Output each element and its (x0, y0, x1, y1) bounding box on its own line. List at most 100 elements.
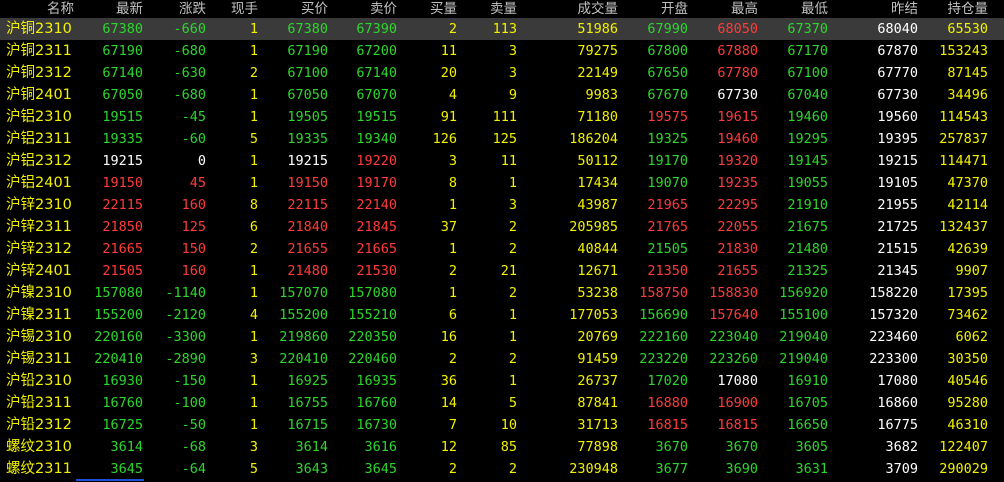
cell-name[interactable]: 沪铜2310 (6, 18, 72, 40)
table-row[interactable]: 沪铜2311 67190 -680 1 67190 67200 11 3 79275 67800 6… (0, 40, 1004, 62)
cell-prev-close: 21955 (877, 197, 918, 213)
quote-table[interactable]: 名称 最新 涨跌 现手 买价 卖价 买量 卖量 成交量 开盘 最高 最低 昨结 持仓量 沪铜2310 673… (0, 0, 1004, 482)
cell-volume: 43987 (577, 197, 618, 213)
cell-prev-close: 3682 (885, 439, 918, 455)
table-row[interactable]: 沪铜2401 67050 -680 1 67050 67070 4 9 9983 67670 677… (0, 84, 1004, 106)
cell-name[interactable]: 螺纹2311 (6, 458, 72, 480)
cell-open: 19070 (647, 175, 688, 191)
cell-last: 67380 (102, 21, 143, 37)
cell-name[interactable]: 沪铝2312 (6, 150, 72, 172)
table-row[interactable]: 沪锡2310 220160 -3300 1 219860 220350 16 1 20769 22… (0, 326, 1004, 348)
header-vol-now[interactable]: 现手 (231, 0, 258, 18)
table-row[interactable]: 沪铝2312 19215 0 1 19215 19220 3 11 50112 19170 1932… (0, 150, 1004, 172)
header-change[interactable]: 涨跌 (179, 0, 206, 18)
cell-open: 21505 (647, 241, 688, 257)
cell-name[interactable]: 沪铜2311 (6, 40, 72, 62)
cell-name[interactable]: 沪铝2401 (6, 172, 72, 194)
table-row[interactable]: 沪锌2401 21505 160 1 21480 21530 2 21 12671 21350 21… (0, 260, 1004, 282)
cell-name[interactable]: 沪铅2312 (6, 414, 72, 436)
header-prev-close[interactable]: 昨结 (891, 0, 918, 18)
cell-ask-vol: 85 (500, 439, 517, 455)
cell-last: 157080 (94, 285, 143, 301)
table-row[interactable]: 沪锌2310 22115 160 8 22115 22140 1 3 43987 21965 222… (0, 194, 1004, 216)
cell-open-interest: 34496 (947, 87, 988, 103)
header-low[interactable]: 最低 (801, 0, 828, 18)
table-row[interactable]: 沪铜2310 67380 -660 1 67380 67390 2 113 51986 67990… (0, 18, 1004, 40)
table-row[interactable]: 沪铜2312 67140 -630 2 67100 67140 20 3 22149 67650 6… (0, 62, 1004, 84)
cell-prev-close: 21345 (877, 263, 918, 279)
cell-change: -1140 (165, 285, 206, 301)
cell-name[interactable]: 沪锌2401 (6, 260, 72, 282)
cell-low: 219040 (779, 351, 828, 367)
table-row[interactable]: 沪锡2311 220410 -2890 3 220410 220460 2 2 91459 223… (0, 348, 1004, 370)
cell-high: 16815 (717, 417, 758, 433)
cell-name[interactable]: 沪镍2310 (6, 282, 72, 304)
header-ask-vol[interactable]: 卖量 (490, 0, 517, 18)
cell-change: -68 (181, 439, 206, 455)
cell-high: 19460 (717, 131, 758, 147)
cell-bid-vol: 2 (448, 21, 457, 37)
cell-change: -45 (181, 109, 206, 125)
table-row[interactable]: 沪铝2310 19515 -45 1 19505 19515 91 111 71180 19575… (0, 106, 1004, 128)
table-row[interactable]: 沪锌2312 21665 150 2 21655 21665 1 2 40844 21505 218… (0, 238, 1004, 260)
cell-open-interest: 40546 (947, 373, 988, 389)
table-row[interactable]: 沪镍2310 157080 -1140 1 157070 157080 1 2 53238 158… (0, 282, 1004, 304)
header-open-interest[interactable]: 持仓量 (948, 0, 989, 18)
cell-high: 68050 (717, 21, 758, 37)
cell-open: 19575 (647, 109, 688, 125)
header-bid[interactable]: 买价 (301, 0, 328, 18)
cell-vol-now: 1 (249, 21, 258, 37)
cell-name[interactable]: 沪镍2311 (6, 304, 72, 326)
header-name[interactable]: 名称 (0, 0, 74, 18)
cell-ask-vol: 10 (500, 417, 517, 433)
cell-name[interactable]: 沪锌2311 (6, 216, 72, 238)
cell-name[interactable]: 沪锡2310 (6, 326, 72, 348)
cell-ask: 67140 (356, 65, 397, 81)
cell-name[interactable]: 沪铝2311 (6, 128, 72, 150)
cell-last: 220160 (94, 329, 143, 345)
table-row[interactable]: 沪镍2311 155200 -2120 4 155200 155210 6 1 177053 15… (0, 304, 1004, 326)
cell-name[interactable]: 沪铅2310 (6, 370, 72, 392)
cell-bid-vol: 1 (448, 197, 457, 213)
header-last[interactable]: 最新 (116, 0, 143, 18)
cell-name[interactable]: 沪锡2311 (6, 348, 72, 370)
cell-vol-now: 1 (249, 87, 258, 103)
cell-vol-now: 1 (249, 285, 258, 301)
cell-change: -60 (181, 131, 206, 147)
cell-name[interactable]: 沪铅2311 (6, 392, 72, 414)
cell-open-interest: 87145 (947, 65, 988, 81)
table-row[interactable]: 螺纹2311 3645 -64 5 3643 3645 2 2 230948 3677 3690 36… (0, 458, 1004, 480)
cell-bid: 19335 (287, 131, 328, 147)
header-bid-vol[interactable]: 买量 (430, 0, 457, 18)
table-row[interactable]: 沪铝2401 19150 45 1 19150 19170 8 1 17434 19070 1923… (0, 172, 1004, 194)
table-row[interactable]: 沪锌2311 21850 125 6 21840 21845 37 2 205985 21765 2… (0, 216, 1004, 238)
cell-ask: 19515 (356, 109, 397, 125)
cell-bid: 67380 (287, 21, 328, 37)
cell-name[interactable]: 沪铜2312 (6, 62, 72, 84)
cell-last: 3614 (110, 439, 143, 455)
cell-low: 67170 (787, 43, 828, 59)
table-row[interactable]: 沪铝2311 19335 -60 5 19335 19340 126 125 186204 193… (0, 128, 1004, 150)
cell-name[interactable]: 沪锌2310 (6, 194, 72, 216)
table-row[interactable]: 沪铅2310 16930 -150 1 16925 16935 36 1 26737 17020 1… (0, 370, 1004, 392)
header-volume[interactable]: 成交量 (578, 0, 619, 18)
cell-vol-now: 1 (249, 153, 258, 169)
cell-name[interactable]: 沪铝2310 (6, 106, 72, 128)
header-high[interactable]: 最高 (731, 0, 758, 18)
cell-prev-close: 19215 (877, 153, 918, 169)
table-row[interactable]: 螺纹2310 3614 -68 3 3614 3616 12 85 77898 3670 3670 3… (0, 436, 1004, 458)
header-ask[interactable]: 卖价 (370, 0, 397, 18)
cell-name[interactable]: 沪锌2312 (6, 238, 72, 260)
cell-high: 19615 (717, 109, 758, 125)
cell-name[interactable]: 沪铜2401 (6, 84, 72, 106)
cell-name[interactable]: 螺纹2310 (6, 436, 72, 458)
cell-bid-vol: 1 (448, 285, 457, 301)
cell-prev-close: 3709 (885, 461, 918, 477)
cell-change: 160 (181, 263, 206, 279)
cell-low: 67100 (787, 65, 828, 81)
header-open[interactable]: 开盘 (661, 0, 688, 18)
table-row[interactable]: 沪铅2311 16760 -100 1 16755 16760 14 5 87841 16880 1… (0, 392, 1004, 414)
cell-open-interest: 114543 (939, 109, 988, 125)
table-row[interactable]: 沪铅2312 16725 -50 1 16715 16730 7 10 31713 16815 16… (0, 414, 1004, 436)
cell-last: 3645 (110, 461, 143, 477)
